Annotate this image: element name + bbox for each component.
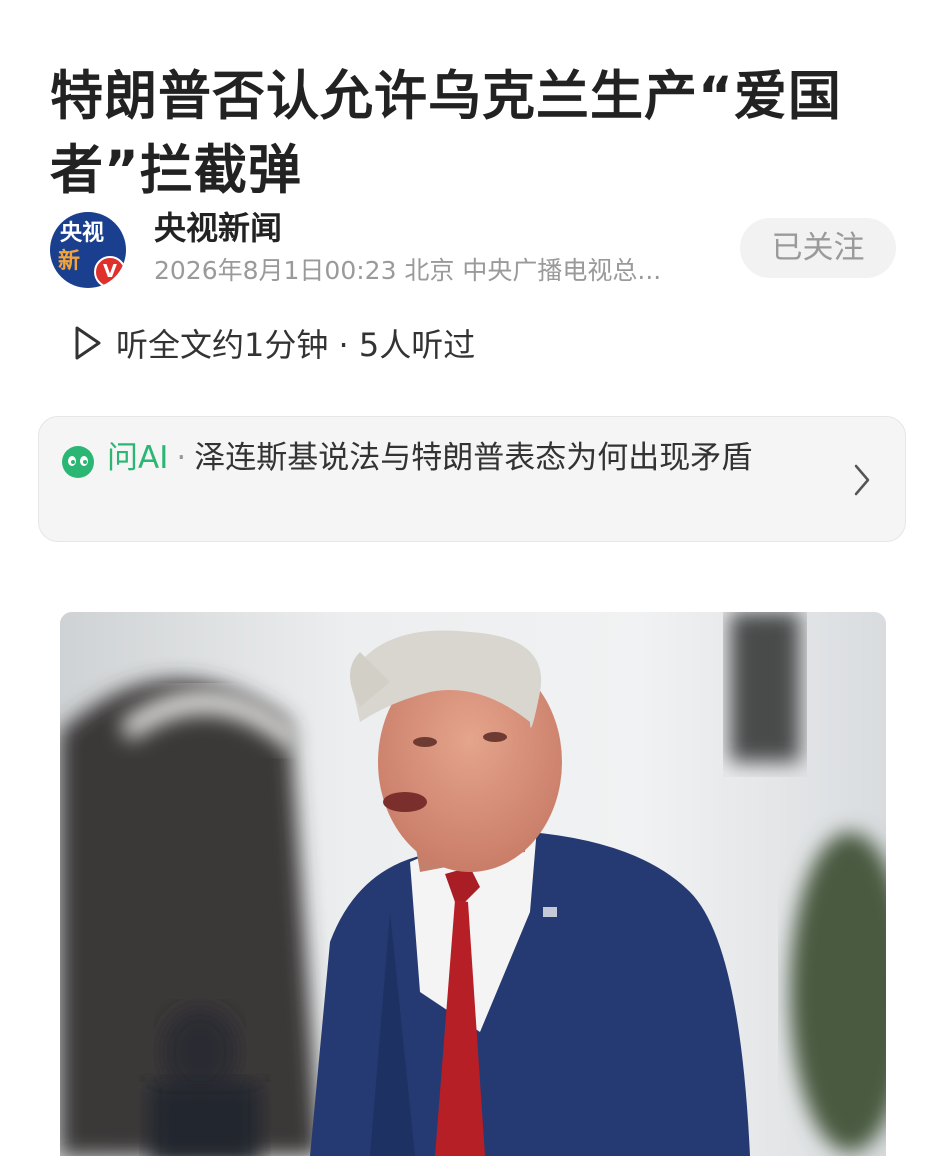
listen-text: 听全文约1分钟 · 5人听过 bbox=[116, 326, 476, 364]
avatar-text-top: 央视 bbox=[60, 221, 105, 246]
author-avatar[interactable]: 央视 新 V bbox=[50, 212, 126, 288]
news-photo-illustration bbox=[60, 612, 886, 1156]
separator-dot: · bbox=[176, 440, 187, 476]
ask-ai-question: 泽连斯基说法与特朗普表态为何出现矛盾 bbox=[194, 440, 753, 476]
ai-face-icon bbox=[62, 446, 94, 478]
author-meta: 2026年8月1日00:23 北京 中央广播电视总... bbox=[154, 256, 662, 285]
author-name[interactable]: 央视新闻 bbox=[154, 208, 282, 248]
ask-ai-card[interactable]: 问AI · 泽连斯基说法与特朗普表态为何出现矛盾 bbox=[38, 416, 906, 542]
avatar-text-bottom: 新 bbox=[58, 249, 81, 274]
verified-badge-icon: V bbox=[94, 256, 126, 288]
article-title: 特朗普否认允许乌克兰生产“爱国者”拦截弹 bbox=[50, 65, 842, 201]
follow-button[interactable]: 已关注 bbox=[740, 218, 896, 278]
article-photo[interactable] bbox=[60, 612, 886, 1156]
chevron-right-icon bbox=[854, 464, 870, 496]
play-icon bbox=[75, 326, 101, 360]
listen-button[interactable]: 听全文约1分钟 · 5人听过 bbox=[72, 318, 475, 368]
ask-ai-label: 问AI bbox=[107, 440, 169, 476]
ask-ai-text: 问AI · 泽连斯基说法与特朗普表态为何出现矛盾 bbox=[107, 437, 837, 479]
author-row: 央视 新 V 央视新闻 2026年8月1日00:23 北京 中央广播电视总...… bbox=[50, 208, 896, 290]
